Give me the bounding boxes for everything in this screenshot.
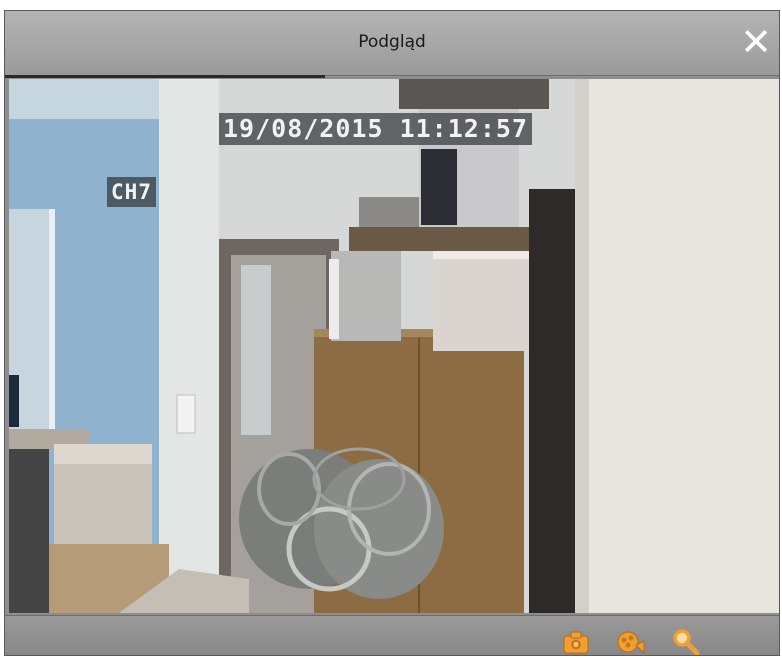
close-button[interactable]: ✕: [737, 23, 775, 61]
timestamp-overlay: 19/08/2015 11:12:57: [219, 113, 532, 145]
bottom-toolbar: [5, 615, 779, 655]
channel-label: CH7: [107, 177, 156, 207]
record-icon: [617, 631, 645, 655]
title-bar: Podgląd ✕: [5, 11, 779, 76]
stream-progress-line: [5, 75, 325, 78]
window-title: Podgląd: [358, 32, 426, 52]
snapshot-button[interactable]: [561, 627, 591, 655]
camera-scene: [9, 79, 779, 613]
zoom-button[interactable]: [671, 627, 701, 655]
preview-window: Podgląd ✕ 19/08/2015 11:12:57 CH7: [4, 10, 780, 656]
zoom-icon: [673, 629, 700, 655]
camera-video-feed[interactable]: 19/08/2015 11:12:57 CH7: [9, 79, 779, 613]
record-button[interactable]: [615, 627, 645, 655]
camera-icon: [563, 631, 589, 654]
